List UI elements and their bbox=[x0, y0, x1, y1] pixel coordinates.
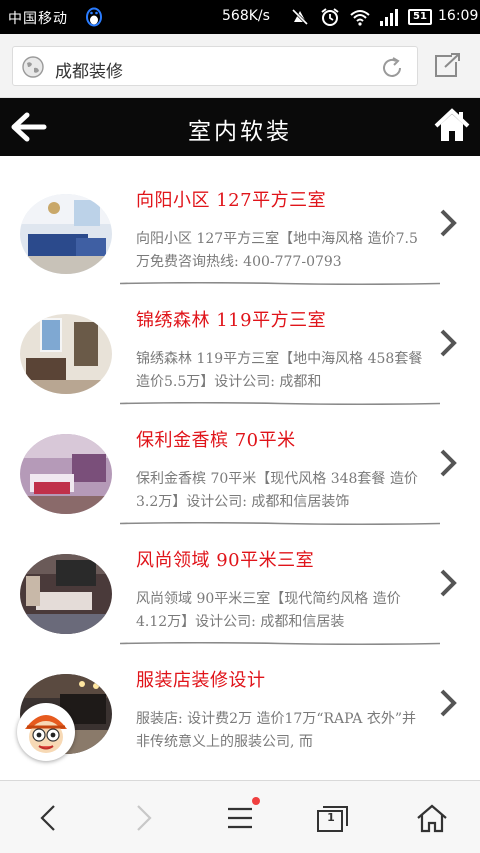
wifi-icon bbox=[350, 10, 370, 26]
home-icon[interactable] bbox=[434, 108, 470, 144]
network-speed: 568K/s bbox=[222, 8, 270, 24]
status-bar: 中国移动 568K/s 51 16:09 bbox=[0, 0, 480, 34]
signal-icon bbox=[380, 9, 398, 26]
nav-home-icon bbox=[417, 804, 447, 833]
share-icon[interactable] bbox=[432, 52, 462, 80]
chevron-right-icon bbox=[440, 569, 457, 597]
chevron-right-icon bbox=[440, 689, 457, 717]
alarm-icon bbox=[321, 8, 339, 26]
nav-back-icon bbox=[40, 805, 55, 831]
nav-home-button[interactable] bbox=[412, 801, 452, 835]
notification-dot bbox=[252, 797, 260, 805]
browser-toolbar: 成都装修 bbox=[0, 34, 480, 98]
chevron-right-icon bbox=[440, 449, 457, 477]
item-title: 风尚领域 90平米三室 bbox=[136, 550, 315, 571]
nav-forward-button[interactable] bbox=[124, 801, 164, 835]
item-title: 保利金香槟 70平米 bbox=[136, 430, 296, 451]
mascot-avatar-icon bbox=[20, 706, 72, 758]
item-description: 服装店: 设计费2万 造价17万“RAPA 衣外”并非传统意义上的服装公司, 而 bbox=[136, 711, 416, 750]
battery-indicator: 51 bbox=[408, 9, 432, 25]
item-thumbnail bbox=[20, 554, 112, 634]
refresh-icon[interactable] bbox=[379, 55, 405, 81]
item-description: 锦绣森林 119平方三室【地中海风格 458套餐 造价5.5万】设计公司: 成都… bbox=[136, 351, 423, 390]
item-title: 服装店装修设计 bbox=[136, 670, 266, 691]
globe-icon bbox=[22, 56, 44, 78]
mute-icon bbox=[291, 8, 309, 26]
mascot-avatar[interactable] bbox=[17, 703, 75, 761]
item-title: 向阳小区 127平方三室 bbox=[136, 190, 327, 211]
nav-back-button[interactable] bbox=[28, 801, 68, 835]
nav-forward-icon bbox=[137, 805, 152, 831]
item-title: 锦绣森林 119平方三室 bbox=[136, 310, 327, 331]
item-thumbnail bbox=[20, 314, 112, 394]
list-item[interactable]: 锦绣森林 119平方三室 锦绣森林 119平方三室【地中海风格 458套餐 造价… bbox=[0, 284, 480, 405]
address-bar[interactable]: 成都装修 bbox=[12, 46, 418, 86]
chevron-right-icon bbox=[440, 329, 457, 357]
page-title: 室内软装 bbox=[188, 119, 292, 145]
item-description: 风尚领域 90平米三室【现代简约风格 造价4.12万】设计公司: 成都和信居装 bbox=[136, 591, 401, 630]
clock: 16:09 bbox=[438, 8, 479, 24]
menu-button[interactable] bbox=[220, 801, 260, 835]
item-description: 向阳小区 127平方三室【地中海风格 造价7.5万免费咨询热线: 400-777… bbox=[136, 231, 418, 270]
list-item[interactable]: 风尚领域 90平米三室 风尚领域 90平米三室【现代简约风格 造价4.12万】设… bbox=[0, 524, 480, 645]
list-item[interactable]: 向阳小区 127平方三室 向阳小区 127平方三室【地中海风格 造价7.5万免费… bbox=[0, 164, 480, 285]
browser-bottom-nav: 1 bbox=[0, 780, 480, 853]
item-description: 保利金香槟 70平米【现代风格 348套餐 造价3.2万】设计公司: 成都和信居… bbox=[136, 471, 418, 510]
url-text: 成都装修 bbox=[55, 62, 123, 82]
list-item[interactable]: 保利金香槟 70平米 保利金香槟 70平米【现代风格 348套餐 造价3.2万】… bbox=[0, 404, 480, 525]
page-header: 室内软装 bbox=[0, 98, 480, 156]
qq-penguin-icon bbox=[86, 7, 102, 27]
item-thumbnail bbox=[20, 434, 112, 514]
menu-icon bbox=[228, 807, 252, 829]
carrier-label: 中国移动 bbox=[8, 11, 68, 27]
tab-count: 1 bbox=[327, 811, 335, 824]
item-thumbnail bbox=[20, 194, 112, 274]
chevron-right-icon bbox=[440, 209, 457, 237]
